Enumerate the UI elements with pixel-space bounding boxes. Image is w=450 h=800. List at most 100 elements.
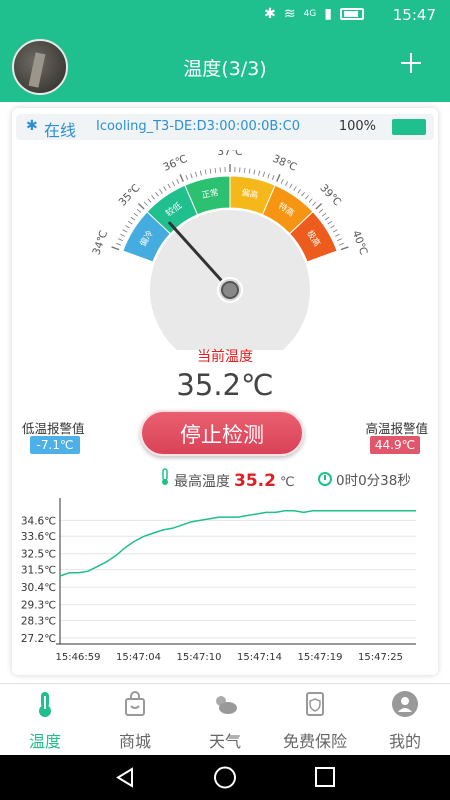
recents-icon[interactable]: [315, 767, 335, 787]
gauge-tick: [293, 186, 297, 191]
nav-item-insurance[interactable]: 免费保险: [270, 684, 360, 756]
weather-icon: [216, 696, 237, 714]
bluetooth-icon: ✱: [26, 118, 38, 134]
device-name: Icooling_T3-DE:D3:00:00:0B:C0: [96, 119, 301, 134]
thermometer-icon: [162, 468, 168, 485]
network-type: 4G: [303, 9, 317, 19]
gauge-tick: [327, 220, 333, 225]
current-temp-label: 当前温度: [197, 349, 253, 365]
status-icons: ✱ ≋ 4G ▮: [264, 6, 364, 22]
gauge-tick: [262, 171, 265, 177]
gauge-tick: [332, 229, 338, 233]
nav-label: 免费保险: [282, 732, 347, 751]
gauge-tick: [297, 189, 301, 194]
gauge-tick: [305, 195, 309, 200]
gauge-scale-label: 38℃: [271, 153, 299, 174]
elapsed-timer: 0时0分38秒: [318, 469, 411, 489]
gauge-tick: [280, 178, 284, 184]
status-bar: ✱ ≋ 4G ▮ 15:47: [0, 0, 450, 30]
gauge-tick: [271, 175, 275, 180]
gauge-tick: [111, 246, 120, 251]
gauge-tick: [312, 201, 317, 206]
back-icon[interactable]: [116, 767, 133, 788]
chart-y-tick-label: 29.3℃: [21, 600, 56, 612]
nav-item-temperature[interactable]: 温度: [0, 684, 90, 756]
home-icon[interactable]: [214, 766, 236, 789]
thermometer-icon: [39, 692, 51, 717]
chart-x-tick-label: 15:47:19: [298, 652, 343, 663]
gauge-tick: [214, 167, 217, 173]
clock-icon: [318, 472, 332, 486]
gauge-tick: [179, 174, 184, 182]
temperature-gauge: 偏冷较低正常 偏高特高极高34℃35℃36℃37℃38℃39℃40℃: [90, 150, 370, 350]
low-alarm-value[interactable]: -7.1℃: [30, 436, 80, 454]
chart-y-tick-label: 32.5℃: [21, 549, 56, 561]
chart-x-tick-label: 15:47:25: [358, 652, 403, 663]
nav-item-mall[interactable]: 商城: [90, 684, 180, 756]
gauge-tick: [136, 209, 142, 213]
gauge-tick: [308, 198, 313, 203]
gauge-tick: [125, 225, 130, 229]
bluetooth-icon: ✱: [264, 6, 276, 22]
gauge-tick: [340, 246, 349, 251]
gauge-tick: [338, 242, 344, 246]
gauge-tick: [127, 220, 133, 225]
gauge-tick: [147, 198, 152, 203]
chart-y-tick-label: 31.5℃: [21, 565, 56, 577]
chart-x-tick-label: 15:47:10: [177, 652, 222, 663]
nav-label: 天气: [208, 732, 241, 751]
gauge-tick: [321, 212, 327, 217]
gauge-tick: [176, 178, 180, 184]
gauge-tick: [116, 242, 122, 246]
nav-item-weather[interactable]: 天气: [180, 684, 270, 756]
gauge-tick: [285, 181, 289, 186]
high-alarm-value[interactable]: 44.9℃: [370, 436, 420, 454]
gauge-tick: [253, 169, 256, 175]
gauge-tick: [330, 225, 335, 229]
nav-label: 商城: [118, 732, 151, 751]
chart-y-tick-label: 28.3℃: [21, 616, 56, 628]
gauge-tick: [163, 186, 167, 191]
gauge-tick: [267, 173, 270, 179]
chart-y-tick-label: 33.6℃: [21, 531, 56, 543]
gauge-tick: [151, 195, 155, 200]
gauge-tick: [258, 170, 261, 176]
temperature-chart: 34.6℃ 33.6℃ 32.5℃ 31.5℃ 30.4℃ 29.3℃ 28.3℃ 27.2℃…: [21, 498, 416, 663]
gauge-tick: [137, 203, 145, 210]
gauge-hub-center: [221, 281, 239, 299]
gauge-tick: [133, 212, 139, 217]
gauge-tick: [276, 174, 281, 182]
chart-y-tick-label: 34.6℃: [21, 515, 56, 527]
gauge-tick: [324, 216, 330, 221]
gauge-tick: [155, 191, 159, 197]
device-status-bar: ✱ 在线 Icooling_T3-DE:D3:00:00:0B:C0 100%: [16, 114, 434, 140]
online-status: 在线: [44, 121, 77, 140]
gauge-tick: [204, 169, 207, 175]
gauge-tick: [209, 168, 212, 174]
battery-status-icon: [340, 8, 364, 20]
gauge-tick: [118, 238, 123, 242]
battery-icon: [392, 119, 426, 135]
gauge-tick: [185, 175, 189, 180]
chart-y-tick-label: 27.2℃: [21, 633, 56, 645]
gauge-tick: [167, 183, 171, 189]
wifi-icon: ≋: [283, 6, 296, 22]
gauge-scale-label: 37℃: [217, 150, 242, 158]
bottom-navigation: 温度 商城 天气 免费保险 我的: [0, 683, 450, 755]
plus-icon[interactable]: [400, 44, 422, 79]
gauge-tick: [122, 229, 128, 233]
gauge-tick: [143, 201, 148, 206]
current-temp-value: 35.2℃: [176, 368, 274, 402]
page-title: 温度(3/3): [183, 58, 267, 80]
gauge-tick: [315, 203, 323, 210]
gauge-tick: [120, 233, 126, 237]
app-header: 温度(3/3): [0, 30, 450, 102]
stop-detection-button[interactable]: 停止检测: [140, 410, 304, 456]
gauge-tick: [334, 233, 340, 237]
gauge-tick: [301, 191, 305, 197]
gauge-tick: [318, 209, 324, 213]
nav-item-profile[interactable]: 我的: [360, 684, 450, 756]
gauge-tick: [199, 170, 202, 176]
device-card: ✱ 在线 Icooling_T3-DE:D3:00:00:0B:C0 100% …: [12, 108, 438, 675]
nav-label: 我的: [388, 732, 421, 751]
